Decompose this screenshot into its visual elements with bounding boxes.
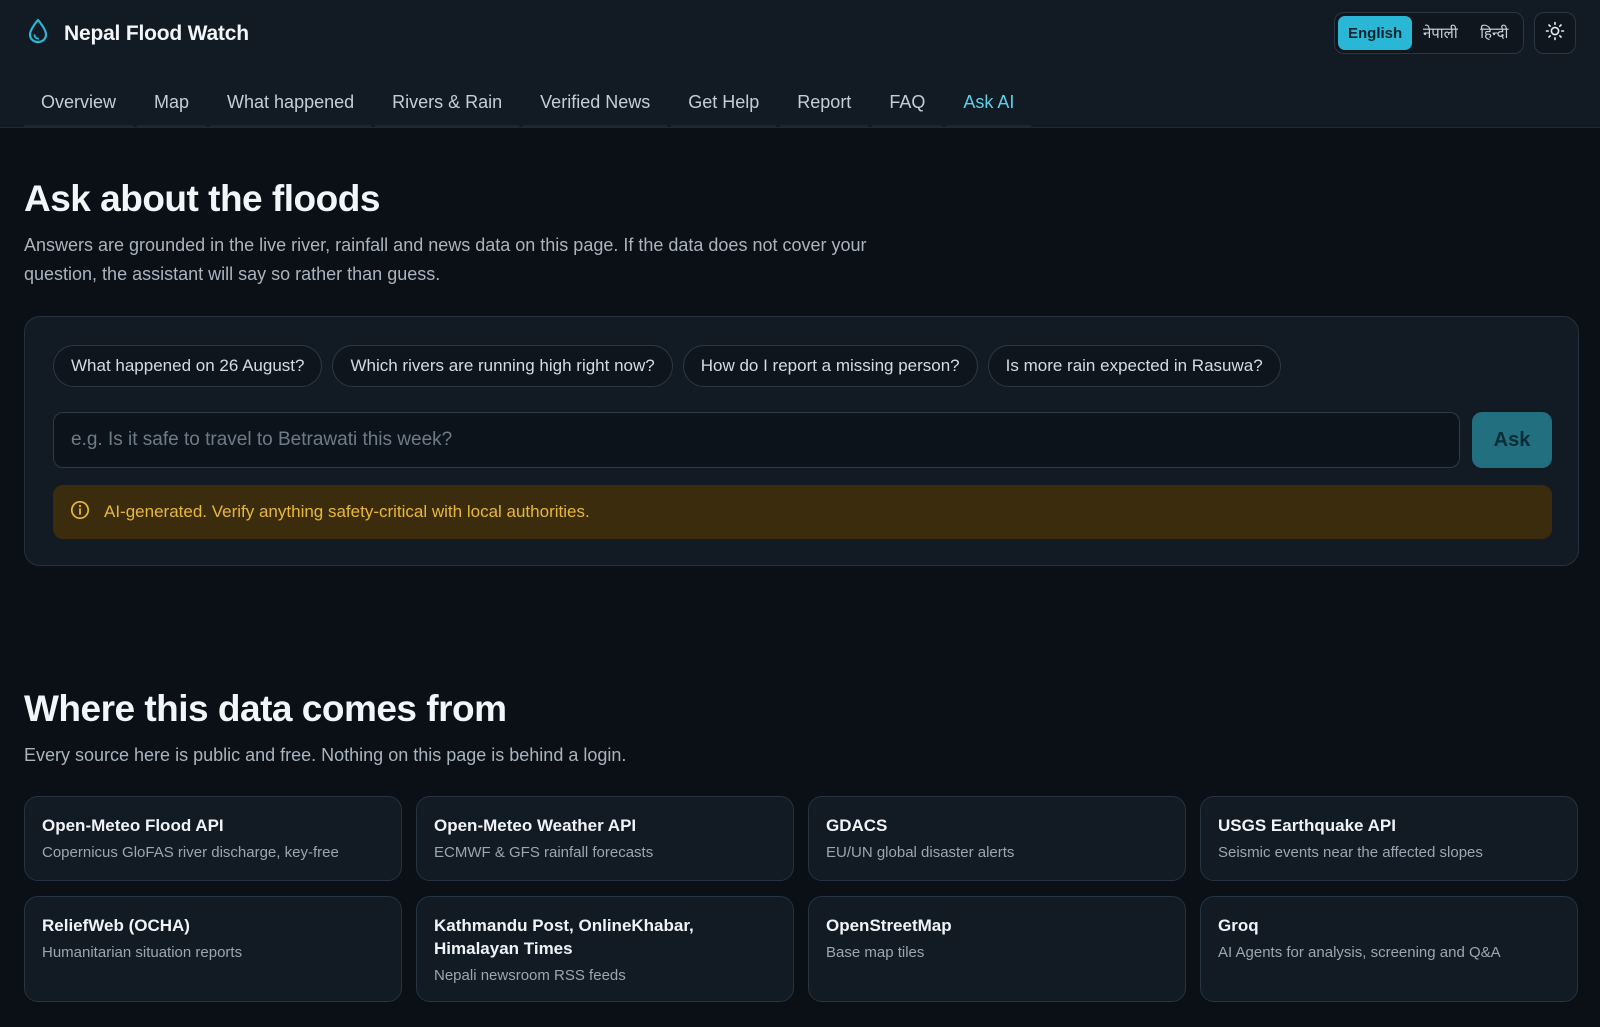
ask-section-title: Ask about the floods xyxy=(24,178,380,219)
source-card: OpenStreetMap Base map tiles xyxy=(808,896,1186,1002)
lang-nepali-button[interactable]: नेपाली xyxy=(1412,16,1468,50)
suggestion-chip[interactable]: Which rivers are running high right now? xyxy=(332,345,673,387)
ai-disclaimer-banner: AI-generated. Verify anything safety-cri… xyxy=(53,485,1552,539)
source-description: Nepali newsroom RSS feeds xyxy=(434,967,626,984)
sources-section-title: Where this data comes from xyxy=(24,688,507,729)
source-description: AI Agents for analysis, screening and Q&… xyxy=(1218,944,1501,961)
source-description: Humanitarian situation reports xyxy=(42,944,243,961)
theme-toggle-button[interactable] xyxy=(1534,12,1576,54)
language-switcher: English नेपाली हिन्दी xyxy=(1334,12,1524,54)
source-name: Kathmandu Post, OnlineKhabar, Himalayan … xyxy=(434,916,694,958)
nav-ask-ai[interactable]: Ask AI xyxy=(946,80,1032,127)
source-name: Groq xyxy=(1218,916,1259,935)
source-description: Seismic events near the affected slopes xyxy=(1218,844,1483,861)
source-description: ECMWF & GFS rainfall forecasts xyxy=(434,844,654,861)
source-card: Open-Meteo Flood API Copernicus GloFAS r… xyxy=(24,796,402,881)
site-header: Nepal Flood Watch English नेपाली हिन्दी … xyxy=(0,0,1600,128)
nav-what-happened[interactable]: What happened xyxy=(210,80,372,127)
nav-faq[interactable]: FAQ xyxy=(872,80,943,127)
sun-icon xyxy=(1545,21,1565,46)
source-description: Base map tiles xyxy=(826,944,925,961)
nav-overview[interactable]: Overview xyxy=(24,80,134,127)
info-icon xyxy=(70,500,90,525)
brand[interactable]: Nepal Flood Watch xyxy=(26,18,249,49)
suggestion-chip[interactable]: How do I report a missing person? xyxy=(682,345,978,387)
source-name: Open-Meteo Weather API xyxy=(434,816,637,835)
source-card: Kathmandu Post, OnlineKhabar, Himalayan … xyxy=(416,896,794,1002)
source-name: ReliefWeb (OCHA) xyxy=(42,916,190,935)
source-card: GDACS EU/UN global disaster alerts xyxy=(808,796,1186,881)
source-name: USGS Earthquake API xyxy=(1218,816,1396,835)
source-name: Open-Meteo Flood API xyxy=(42,816,224,835)
source-card: USGS Earthquake API Seismic events near … xyxy=(1200,796,1578,881)
nav-rivers-rain[interactable]: Rivers & Rain xyxy=(375,80,520,127)
suggestion-chip[interactable]: Is more rain expected in Rasuwa? xyxy=(987,345,1281,387)
source-description: Copernicus GloFAS river discharge, key-f… xyxy=(42,844,339,861)
ai-disclaimer-text: AI-generated. Verify anything safety-cri… xyxy=(104,502,590,521)
source-description: EU/UN global disaster alerts xyxy=(826,844,1015,861)
nav-report[interactable]: Report xyxy=(780,80,869,127)
question-input[interactable] xyxy=(53,412,1460,468)
source-card: Open-Meteo Weather API ECMWF & GFS rainf… xyxy=(416,796,794,881)
source-card: ReliefWeb (OCHA) Humanitarian situation … xyxy=(24,896,402,1002)
lang-english-button[interactable]: English xyxy=(1338,16,1413,50)
nav-verified-news[interactable]: Verified News xyxy=(523,80,668,127)
main-nav: Overview Map What happened Rivers & Rain… xyxy=(24,80,1035,128)
ask-section-subtitle-line-2: question, the assistant will say so rath… xyxy=(24,264,441,284)
ask-button[interactable]: Ask xyxy=(1472,412,1552,468)
ask-ai-panel: What happened on 26 August? Which rivers… xyxy=(24,316,1579,566)
nav-get-help[interactable]: Get Help xyxy=(671,80,777,127)
source-name: OpenStreetMap xyxy=(826,916,952,935)
water-drop-icon xyxy=(26,18,50,49)
nav-map[interactable]: Map xyxy=(137,80,207,127)
app-title: Nepal Flood Watch xyxy=(64,21,249,45)
sources-section-subtitle: Every source here is public and free. No… xyxy=(24,745,627,765)
source-name: GDACS xyxy=(826,816,888,835)
lang-hindi-button[interactable]: हिन्दी xyxy=(1469,16,1520,50)
source-card: Groq AI Agents for analysis, screening a… xyxy=(1200,896,1578,1002)
suggestion-chip[interactable]: What happened on 26 August? xyxy=(53,345,323,387)
suggestion-chips: What happened on 26 August? Which rivers… xyxy=(53,345,1281,387)
ask-section-subtitle-line-1: Answers are grounded in the live river, … xyxy=(24,235,867,255)
data-sources-grid: Open-Meteo Flood API Copernicus GloFAS r… xyxy=(24,796,1578,1002)
